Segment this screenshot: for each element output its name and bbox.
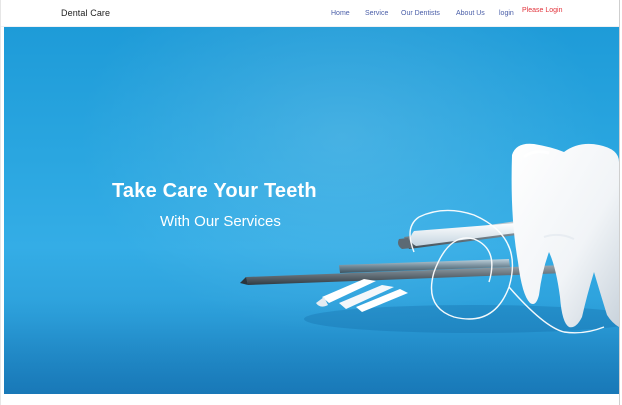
page-next-section-edge [1,394,619,405]
dental-scaler-icon [240,259,566,285]
tooth-icon [511,143,619,328]
browser-viewport: Dental Care Home Service Our Dentists Ab… [0,0,620,405]
please-login-message: Please Login [522,7,563,14]
brand-logo-text[interactable]: Dental Care [61,8,110,18]
hero-banner: Take Care Your Teeth With Our Services [4,27,619,394]
nav-login-link[interactable]: login [499,10,514,17]
nav-our-dentists-link[interactable]: Our Dentists [401,10,440,17]
nav-home-link[interactable]: Home [331,10,350,17]
tooth-and-dental-tools-illustration [240,143,619,334]
nav-about-us-link[interactable]: About Us [456,10,485,17]
top-navbar: Dental Care Home Service Our Dentists Ab… [1,0,619,27]
nav-service-link[interactable]: Service [365,10,388,17]
hero-title: Take Care Your Teeth [112,180,317,202]
hero-subtitle: With Our Services [160,213,281,230]
floss-pick-icon [410,223,520,246]
